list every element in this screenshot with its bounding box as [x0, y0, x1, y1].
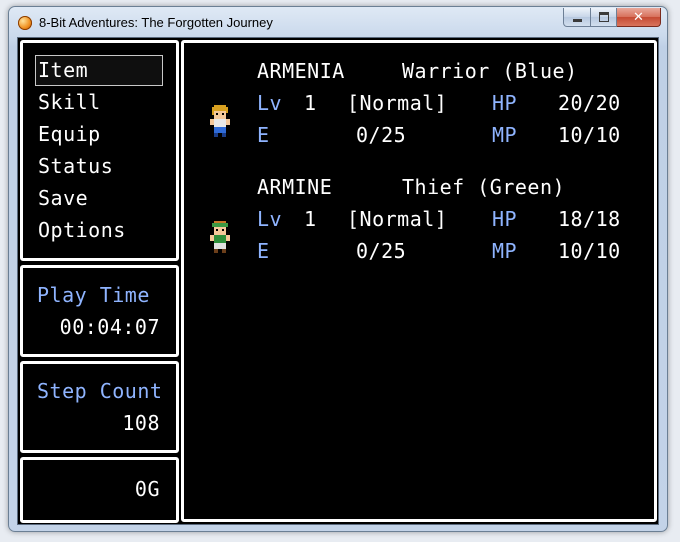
level-label: Lv [257, 207, 283, 231]
game-screen[interactable]: Item Skill Equip Status Save Options Pla… [17, 37, 659, 525]
play-time-label: Play Time [37, 283, 150, 307]
menu-item-save[interactable]: Save [38, 188, 88, 208]
gold-value: 0G [134, 477, 160, 501]
window-title: 8-Bit Adventures: The Forgotten Journey [39, 15, 273, 30]
mp-label: MP [492, 239, 518, 263]
maximize-button[interactable] [591, 8, 617, 27]
hp-value: 20/20 [558, 91, 621, 115]
hp-value: 18/18 [558, 207, 621, 231]
close-button[interactable]: ✕ [617, 8, 661, 27]
party-status-panel: ARMENIA Warrior (Blue) Lv 1 [Normal] HP … [181, 40, 657, 522]
command-menu: Item Skill Equip Status Save Options [20, 40, 179, 261]
exp-label: E [257, 123, 270, 147]
menu-item-status[interactable]: Status [38, 156, 113, 176]
orb-app-icon [18, 16, 32, 30]
minimize-button[interactable] [563, 8, 591, 27]
close-icon: ✕ [633, 9, 644, 25]
menu-item-item[interactable]: Item [38, 60, 88, 80]
exp-value: 0/25 [356, 123, 407, 147]
menu-item-equip[interactable]: Equip [38, 124, 101, 144]
warrior-sprite-icon [210, 105, 230, 137]
member-class: Warrior (Blue) [402, 59, 578, 83]
menu-item-skill[interactable]: Skill [38, 92, 101, 112]
step-count-value: 108 [122, 411, 160, 435]
mp-value: 10/10 [558, 123, 621, 147]
play-time-value: 00:04:07 [59, 315, 160, 339]
mp-label: MP [492, 123, 518, 147]
minimize-icon [572, 18, 582, 22]
level-value: 1 [304, 207, 317, 231]
state-value: [Normal] [347, 91, 448, 115]
member-name: ARMENIA [257, 59, 345, 83]
exp-value: 0/25 [356, 239, 407, 263]
exp-label: E [257, 239, 270, 263]
level-value: 1 [304, 91, 317, 115]
hp-label: HP [492, 207, 518, 231]
step-count-label: Step Count [37, 379, 163, 403]
member-class: Thief (Green) [402, 175, 566, 199]
member-name: ARMINE [257, 175, 333, 199]
app-window: 8-Bit Adventures: The Forgotten Journey … [8, 6, 668, 532]
menu-item-options[interactable]: Options [38, 220, 126, 240]
step-count-panel: Step Count 108 [20, 361, 179, 453]
title-bar[interactable]: 8-Bit Adventures: The Forgotten Journey … [9, 7, 667, 39]
gold-panel: 0G [20, 457, 179, 523]
mp-value: 10/10 [558, 239, 621, 263]
hp-label: HP [492, 91, 518, 115]
state-value: [Normal] [347, 207, 448, 231]
caption-buttons: ✕ [563, 8, 661, 27]
maximize-icon [598, 12, 609, 22]
thief-sprite-icon [210, 221, 230, 253]
level-label: Lv [257, 91, 283, 115]
play-time-panel: Play Time 00:04:07 [20, 265, 179, 357]
